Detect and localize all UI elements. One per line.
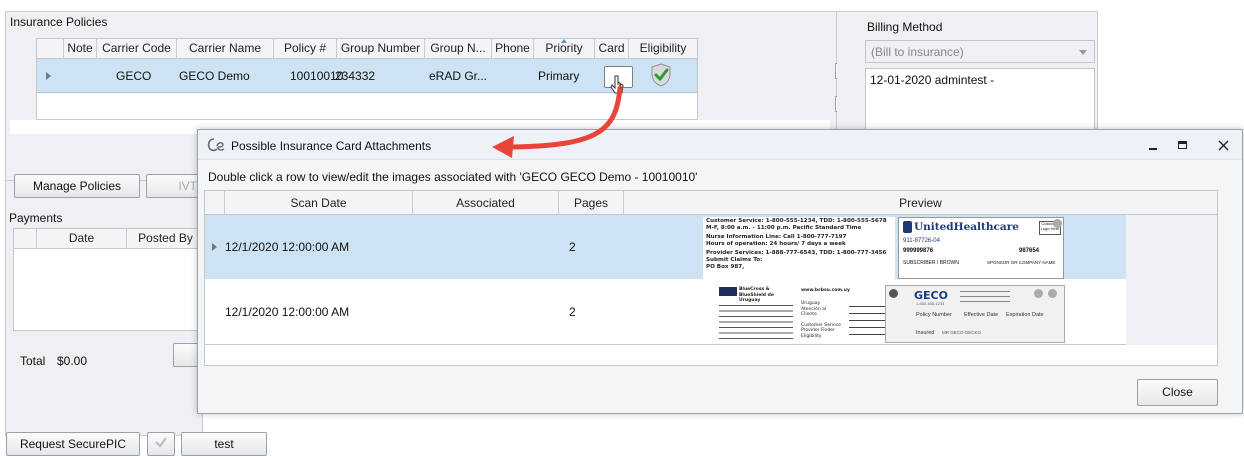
annotation-arrow-icon <box>492 85 623 158</box>
